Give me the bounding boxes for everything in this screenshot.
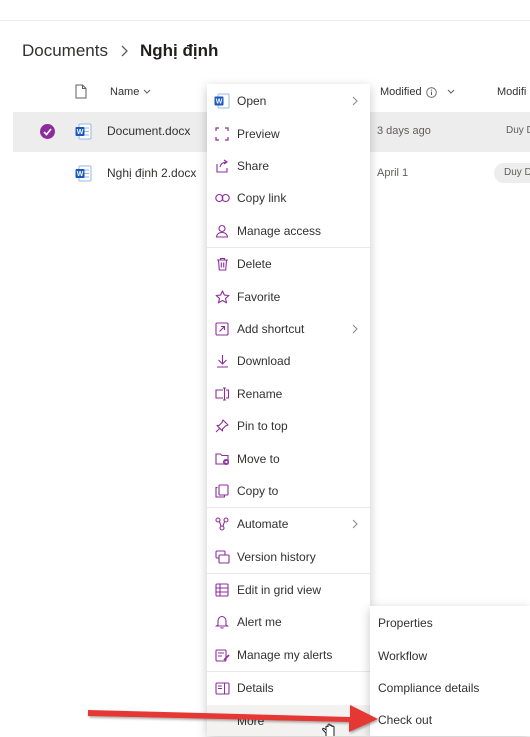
annotation-arrow [88, 705, 378, 732]
hand-cursor-icon [322, 723, 335, 736]
